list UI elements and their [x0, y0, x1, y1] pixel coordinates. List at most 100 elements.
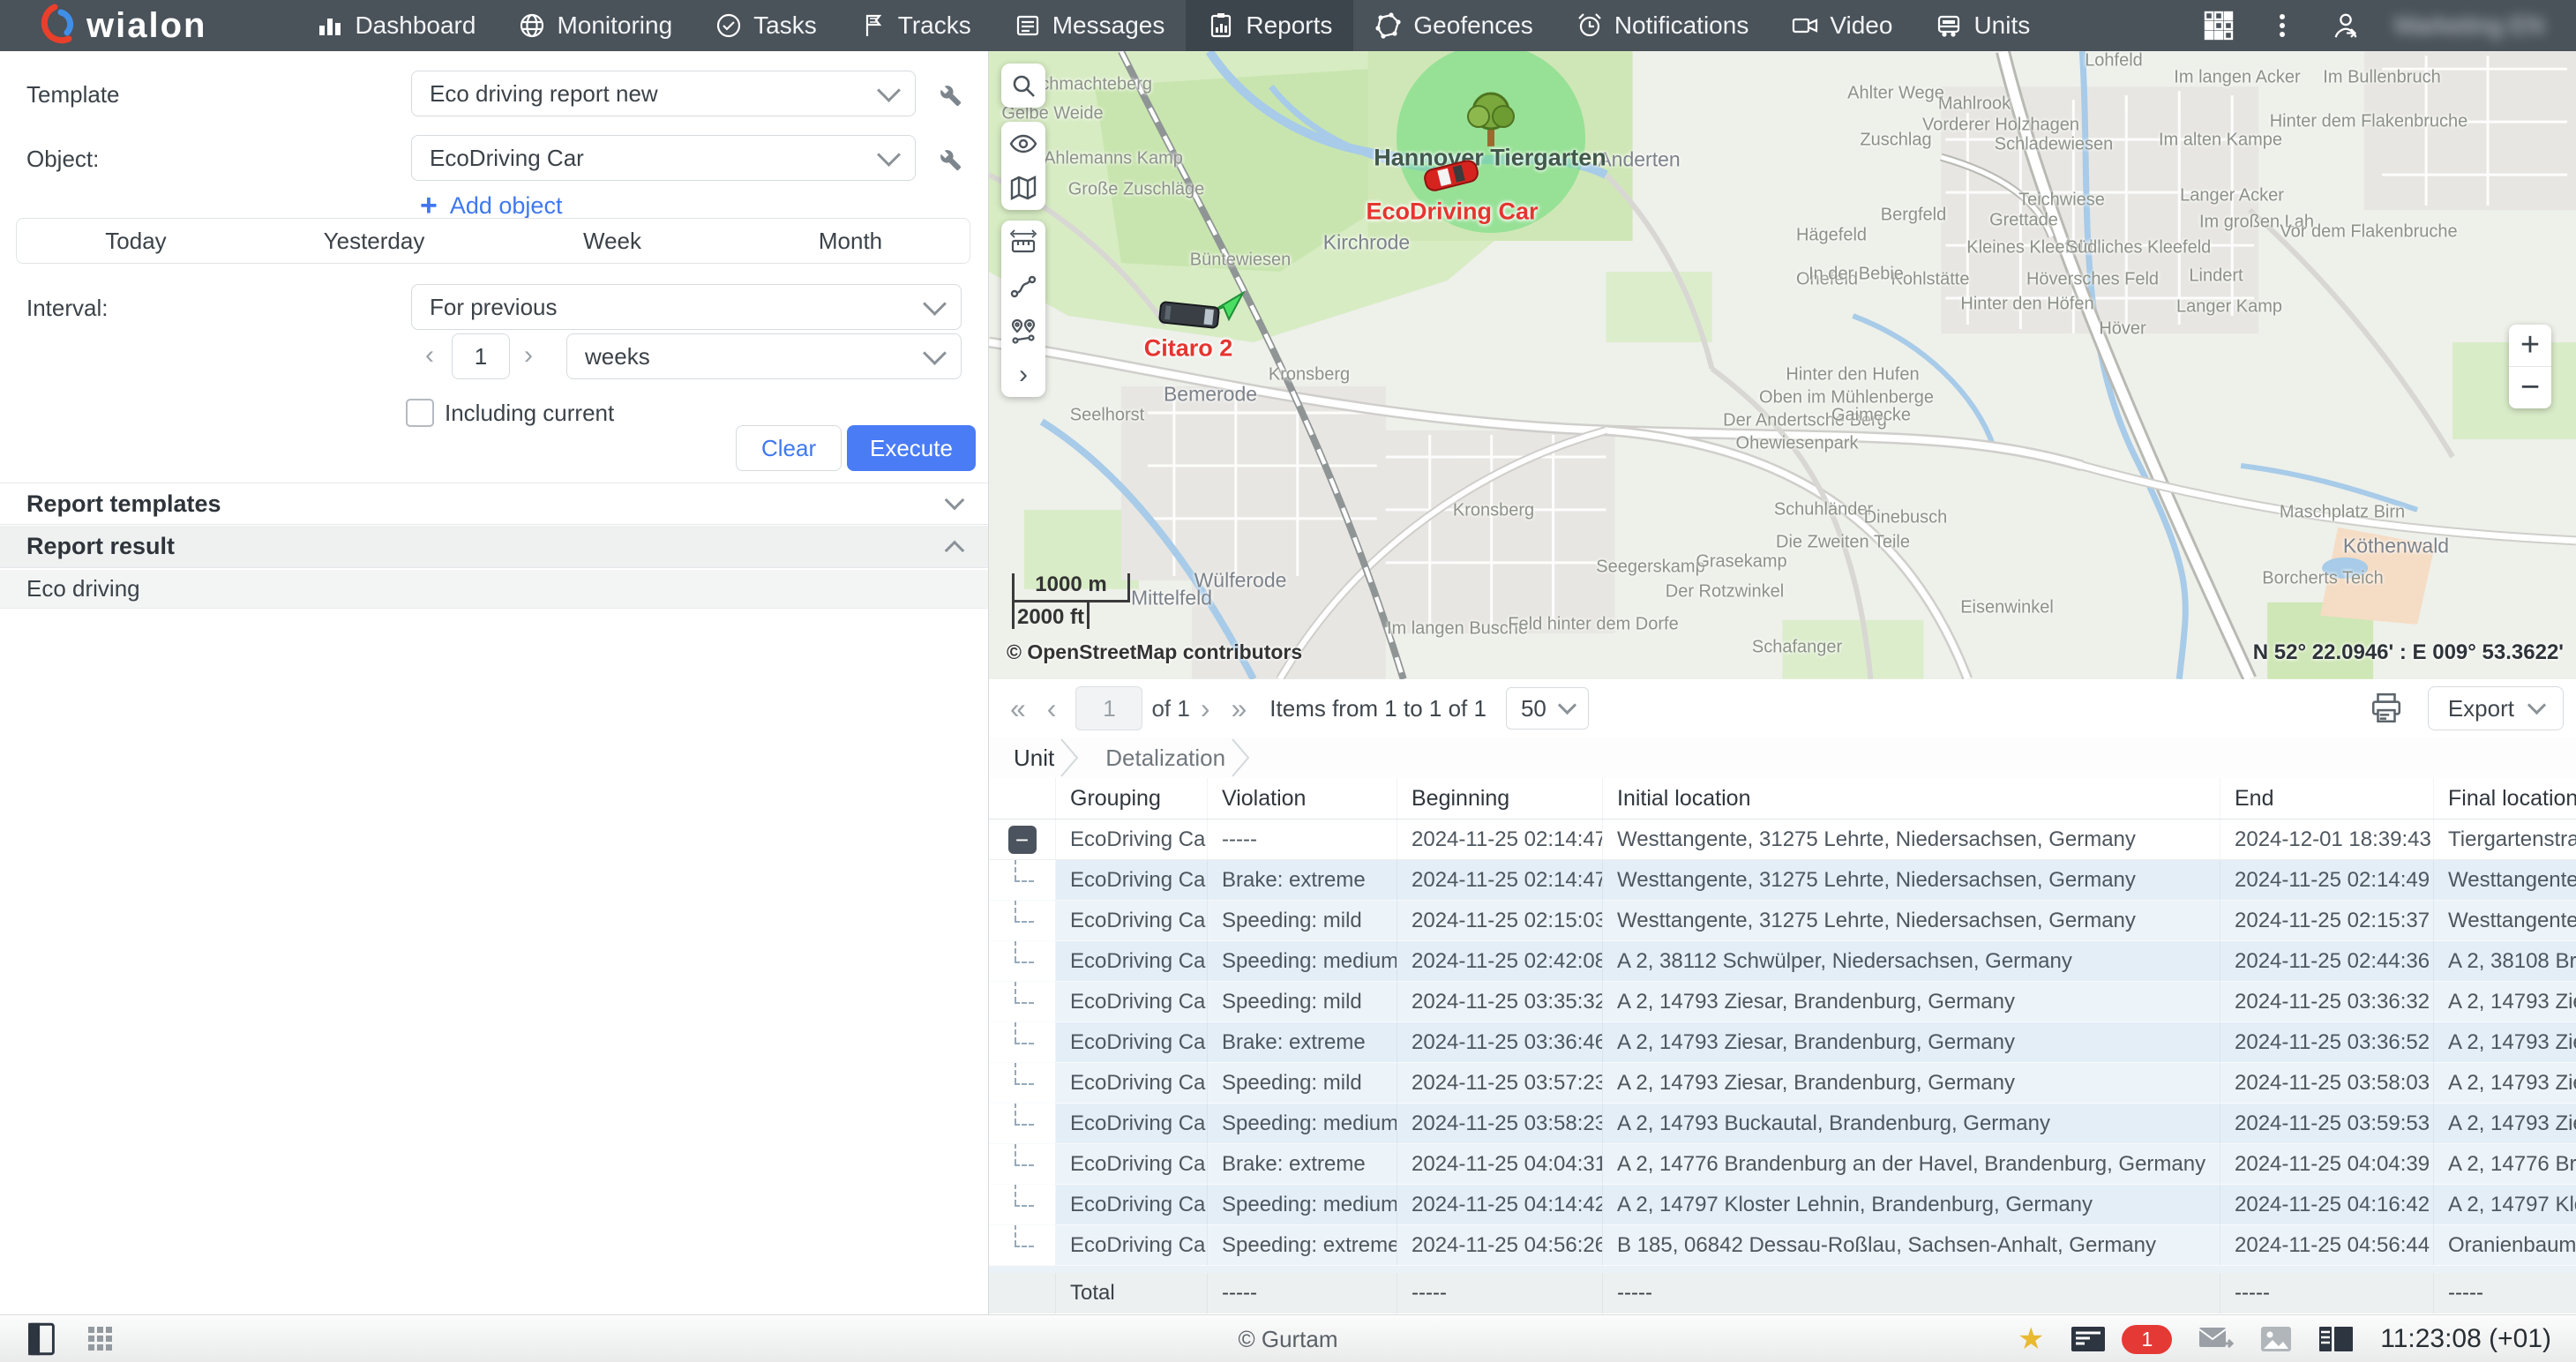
- kebab-menu-icon[interactable]: [2267, 11, 2297, 41]
- zoom-in-button[interactable]: +: [2509, 325, 2551, 366]
- column-header[interactable]: Grouping: [1056, 778, 1208, 819]
- nav-item-geofences[interactable]: Geofences: [1353, 0, 1554, 51]
- table-row[interactable]: EcoDriving Car Speeding: medium 2024-11-…: [989, 941, 2576, 982]
- ruler-icon[interactable]: [1001, 221, 1045, 265]
- result-item-eco-driving[interactable]: Eco driving: [0, 570, 988, 609]
- expand-tools-chevron[interactable]: ›: [1001, 353, 1045, 397]
- column-header[interactable]: Beginning: [1397, 778, 1603, 819]
- map-search-icon[interactable]: [1001, 64, 1045, 108]
- clear-button[interactable]: Clear: [736, 425, 842, 471]
- messages-envelope-icon[interactable]: [2198, 1326, 2234, 1352]
- zoom-out-button[interactable]: −: [2509, 366, 2551, 408]
- page-input[interactable]: [1075, 686, 1142, 730]
- nav-item-monitoring[interactable]: Monitoring: [497, 0, 693, 51]
- cell-grouping: EcoDriving Car: [1056, 1185, 1208, 1225]
- favorites-star-icon[interactable]: ★: [2018, 1324, 2044, 1354]
- visibility-eye-icon[interactable]: [1001, 122, 1045, 166]
- table-row[interactable]: EcoDriving Car Brake: extreme 2024-11-25…: [989, 860, 2576, 901]
- table-row[interactable]: EcoDriving Car Speeding: mild 2024-11-25…: [989, 982, 2576, 1022]
- quick-range-yesterday[interactable]: Yesterday: [255, 219, 493, 263]
- quick-range-month[interactable]: Month: [731, 219, 970, 263]
- geopoints-icon[interactable]: [1001, 309, 1045, 353]
- prev-page-button[interactable]: ‹: [1037, 692, 1067, 725]
- apps-grid-icon[interactable]: [2204, 11, 2234, 41]
- nav-item-units[interactable]: Units: [1913, 0, 2051, 51]
- main-menu: DashboardMonitoringTasksTracksMessagesRe…: [295, 0, 2051, 51]
- export-button[interactable]: Export: [2428, 686, 2564, 730]
- table-row[interactable]: EcoDriving Car Speeding: medium 2024-11-…: [989, 1185, 2576, 1225]
- quick-range-week[interactable]: Week: [493, 219, 731, 263]
- quick-range-today[interactable]: Today: [17, 219, 255, 263]
- nav-item-reports[interactable]: Reports: [1186, 0, 1353, 51]
- table-row[interactable]: EcoDriving Car Brake: extreme 2024-11-25…: [989, 1022, 2576, 1063]
- table-row[interactable]: − EcoDriving Car ----- 2024-11-25 02:14:…: [989, 819, 2576, 860]
- nav-item-dashboard[interactable]: Dashboard: [295, 0, 497, 51]
- interval-unit-select[interactable]: weeks: [566, 333, 962, 379]
- nav-item-notifications[interactable]: Notifications: [1554, 0, 1771, 51]
- table-row[interactable]: EcoDriving Car Speeding: extreme 2024-11…: [989, 1225, 2576, 1266]
- first-page-button[interactable]: «: [1000, 692, 1037, 725]
- page-size-select[interactable]: 50: [1506, 687, 1589, 730]
- tree-branch-icon: [1007, 1027, 1038, 1059]
- report-result-section[interactable]: Report result: [0, 526, 988, 568]
- tree-branch-icon: [1007, 1230, 1038, 1261]
- username[interactable]: Marketing EN: [2394, 11, 2544, 40]
- column-header[interactable]: Final location: [2434, 778, 2576, 819]
- units-icon: [1935, 11, 1963, 40]
- table-row[interactable]: EcoDriving Car Brake: extreme 2024-11-25…: [989, 1144, 2576, 1185]
- tab-detalization[interactable]: Detalization: [1081, 737, 1231, 778]
- template-settings-icon[interactable]: [933, 79, 963, 109]
- unit-label-car[interactable]: EcoDriving Car: [1366, 198, 1538, 226]
- bottom-grid-icon[interactable]: [86, 1325, 115, 1353]
- chevron-down-icon: [923, 341, 947, 365]
- add-object-button[interactable]: + Add object: [420, 191, 562, 221]
- object-select[interactable]: EcoDriving Car: [411, 135, 916, 181]
- cell-final-location: A 2, 14793 Ziesar: [2434, 1104, 2576, 1144]
- template-select[interactable]: Eco driving report new: [411, 71, 916, 116]
- cell-beginning: 2024-11-25 04:56:26: [1397, 1225, 1603, 1266]
- report-templates-section[interactable]: Report templates: [0, 483, 988, 525]
- map-attribution: © OpenStreetMap contributors: [1007, 640, 1302, 664]
- decrement-arrow[interactable]: ‹: [425, 340, 434, 370]
- cell-initial-location: Westtangente, 31275 Lehrte, Niedersachse…: [1603, 860, 2220, 901]
- cell-end: 2024-11-25 03:36:52: [2220, 1022, 2434, 1063]
- cell-grouping: EcoDriving Car: [1056, 982, 1208, 1022]
- map-search-control: [1001, 64, 1045, 108]
- table-row[interactable]: EcoDriving Car Speeding: mild 2024-11-25…: [989, 901, 2576, 941]
- interval-count-input[interactable]: [452, 333, 510, 379]
- nav-item-tracks[interactable]: Tracks: [838, 0, 992, 51]
- bus-marker[interactable]: [1157, 296, 1221, 333]
- chevron-down-icon: [945, 490, 965, 511]
- map[interactable]: SchmachtebergGelbe WeideAhlemanns KampGr…: [989, 51, 2576, 679]
- map-layers-icon[interactable]: [1001, 166, 1045, 210]
- unit-label-bus[interactable]: Citaro 2: [1144, 335, 1233, 363]
- route-icon[interactable]: [1001, 265, 1045, 309]
- media-image-icon[interactable]: [2260, 1326, 2292, 1352]
- interval-select[interactable]: For previous: [411, 284, 962, 330]
- column-header[interactable]: End: [2220, 778, 2434, 819]
- tab-unit[interactable]: Unit: [989, 737, 1060, 778]
- collapse-row-button[interactable]: −: [1008, 826, 1037, 854]
- column-header[interactable]: Initial location: [1603, 778, 2220, 819]
- table-row[interactable]: EcoDriving Car Speeding: mild 2024-11-25…: [989, 1063, 2576, 1104]
- next-page-button[interactable]: ›: [1190, 692, 1221, 725]
- notifications-panel-icon[interactable]: [2071, 1324, 2106, 1354]
- including-current-checkbox[interactable]: [406, 399, 434, 427]
- split-panel-icon[interactable]: [2318, 1325, 2354, 1353]
- notification-badge[interactable]: 1: [2122, 1325, 2172, 1354]
- column-header[interactable]: Violation: [1208, 778, 1397, 819]
- object-settings-icon[interactable]: [933, 143, 963, 173]
- nav-item-messages[interactable]: Messages: [992, 0, 1187, 51]
- increment-arrow[interactable]: ›: [524, 340, 533, 370]
- execute-button[interactable]: Execute: [847, 425, 976, 471]
- user-icon[interactable]: [2331, 11, 2361, 41]
- map-tiles: [989, 51, 2576, 679]
- total-label: Total: [1056, 1273, 1208, 1313]
- toggle-panel-icon[interactable]: [26, 1322, 56, 1356]
- table-row[interactable]: EcoDriving Car Speeding: medium 2024-11-…: [989, 1104, 2576, 1144]
- last-page-button[interactable]: »: [1220, 692, 1257, 725]
- nav-item-tasks[interactable]: Tasks: [693, 0, 838, 51]
- nav-item-video[interactable]: Video: [1770, 0, 1913, 51]
- wialon-logo[interactable]: wialon: [0, 4, 242, 48]
- print-button[interactable]: [2370, 692, 2403, 725]
